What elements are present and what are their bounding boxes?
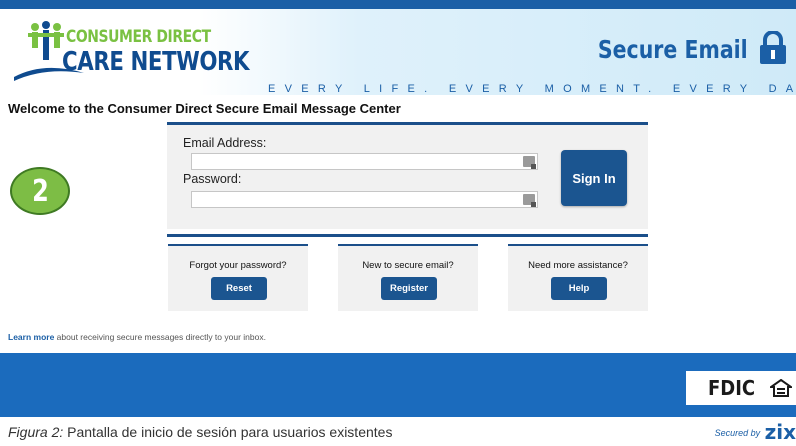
forgot-password-text: Forgot your password? bbox=[189, 260, 287, 271]
top-strip bbox=[0, 0, 796, 9]
new-user-text: New to secure email? bbox=[362, 260, 454, 271]
fdic-text: FDIC bbox=[708, 376, 756, 400]
figure-caption: Figura 2: Pantalla de inicio de sesión p… bbox=[8, 424, 392, 440]
learn-more-text: about receiving secure messages directly… bbox=[54, 332, 266, 342]
secured-by-zix: Secured by zix bbox=[715, 420, 796, 444]
assistance-box: Need more assistance? Help bbox=[508, 244, 648, 311]
assistance-text: Need more assistance? bbox=[528, 260, 628, 271]
secured-by-text: Secured by bbox=[714, 428, 761, 438]
caption-text: Pantalla de inicio de sesión para usuari… bbox=[63, 424, 393, 440]
password-field[interactable] bbox=[191, 191, 538, 208]
equal-housing-icon bbox=[770, 379, 792, 397]
email-field[interactable] bbox=[191, 153, 538, 170]
lock-icon bbox=[760, 31, 786, 64]
zix-logo: zix bbox=[764, 420, 796, 444]
fdic-logo: FDIC bbox=[686, 371, 796, 405]
register-button[interactable]: Register bbox=[381, 277, 437, 300]
key-icon[interactable] bbox=[523, 194, 536, 207]
welcome-heading: Welcome to the Consumer Direct Secure Em… bbox=[8, 101, 401, 116]
divider bbox=[167, 234, 648, 237]
footer-band bbox=[0, 353, 796, 417]
header-banner: CONSUMER DIRECT CARE NETWORK Secure Emai… bbox=[0, 9, 796, 95]
login-panel: Email Address: Password: Sign In bbox=[167, 122, 648, 237]
consumer-direct-logo[interactable]: CONSUMER DIRECT CARE NETWORK bbox=[14, 21, 250, 83]
caption-label: Figura 2: bbox=[8, 424, 64, 440]
learn-more-line: Learn more about receiving secure messag… bbox=[8, 332, 266, 342]
password-label: Password: bbox=[183, 172, 242, 186]
logo-line2: CARE NETWORK bbox=[62, 47, 250, 77]
forgot-password-box: Forgot your password? Reset bbox=[168, 244, 308, 311]
help-button[interactable]: Help bbox=[551, 277, 607, 300]
sign-in-button[interactable]: Sign In bbox=[561, 150, 627, 206]
learn-more-link[interactable]: Learn more bbox=[8, 332, 54, 342]
key-icon[interactable] bbox=[523, 156, 536, 169]
step-number: 2 bbox=[31, 173, 49, 209]
reset-button[interactable]: Reset bbox=[211, 277, 267, 300]
step-badge: 2 bbox=[10, 167, 70, 215]
tagline: EVERY LIFE. EVERY MOMENT. EVERY DAY. bbox=[268, 83, 796, 95]
page-title: Secure Email bbox=[598, 35, 748, 64]
new-user-box: New to secure email? Register bbox=[338, 244, 478, 311]
email-label: Email Address: bbox=[183, 136, 267, 150]
logo-line1: CONSUMER DIRECT bbox=[66, 27, 211, 47]
